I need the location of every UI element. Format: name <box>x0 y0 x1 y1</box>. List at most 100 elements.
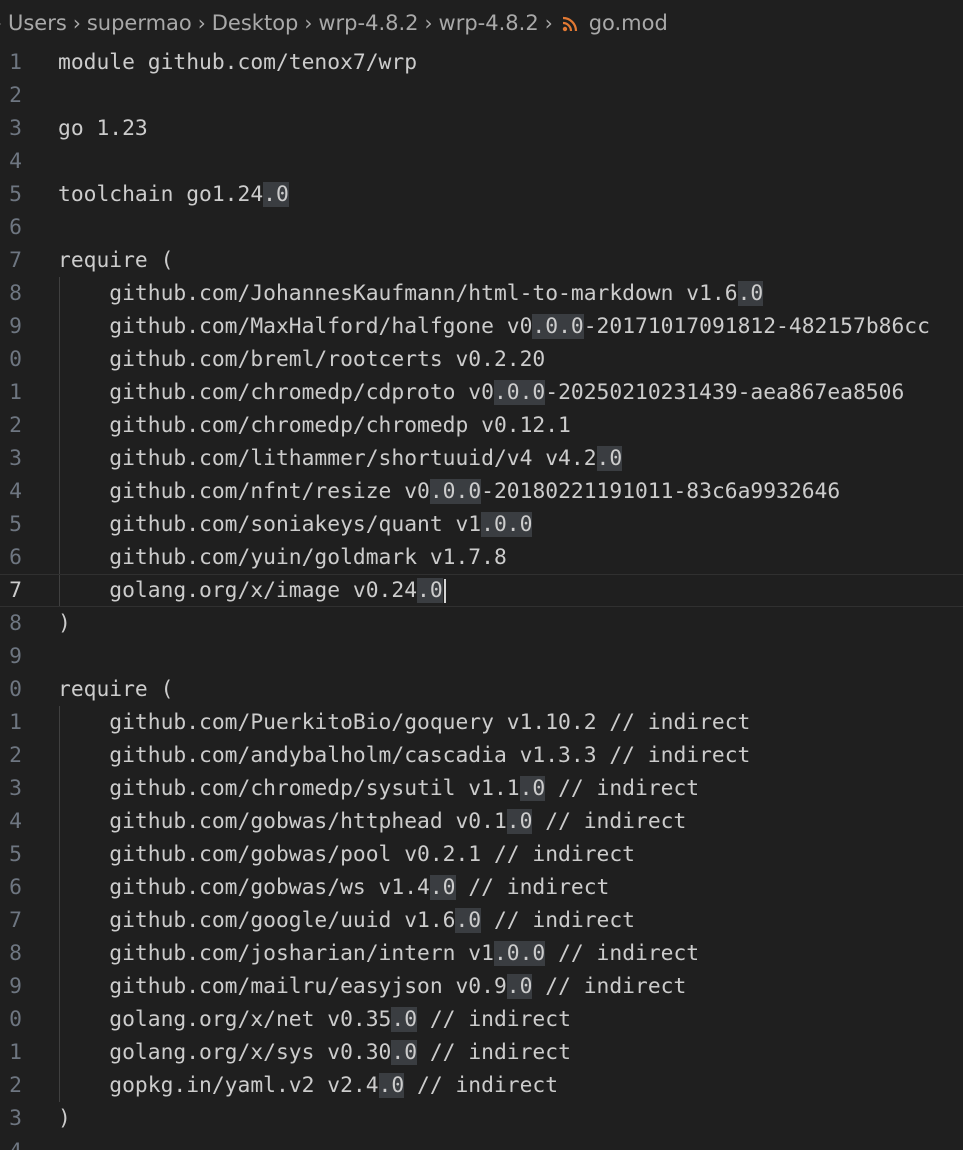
code-line[interactable]: 6 github.com/yuin/goldmark v1.7.8 <box>0 541 963 574</box>
code-text: golang.org/x/image v0.24.0 <box>58 574 446 607</box>
line-number: 4 <box>0 1135 22 1150</box>
text-cursor <box>443 579 446 603</box>
code-text: toolchain go1.24.0 <box>58 182 289 207</box>
line-number: 7 <box>9 248 22 273</box>
code-line[interactable]: 2 github.com/chromedp/chromedp v0.12.1 <box>0 409 963 442</box>
code-line[interactable]: 0 require ( <box>0 673 963 706</box>
line-number: 6 <box>9 545 22 570</box>
code-line[interactable]: 1 github.com/chromedp/cdproto v0.0.0-202… <box>0 376 963 409</box>
code-text: github.com/chromedp/chromedp v0.12.1 <box>58 413 571 438</box>
code-line[interactable]: 7 github.com/google/uuid v1.6.0 // indir… <box>0 904 963 937</box>
code-text: github.com/soniakeys/quant v1.0.0 <box>58 512 533 537</box>
code-line[interactable]: 1 golang.org/x/sys v0.30.0 // indirect <box>0 1036 963 1069</box>
code-text: github.com/gobwas/pool v0.2.1 // indirec… <box>58 842 635 867</box>
code-text: github.com/chromedp/cdproto v0.0.0-20250… <box>58 380 905 405</box>
line-number: 4 <box>9 809 22 834</box>
code-text: github.com/google/uuid v1.6.0 // indirec… <box>58 908 636 933</box>
code-text: github.com/gobwas/httphead v0.1.0 // ind… <box>58 809 687 834</box>
code-line[interactable]: 8 github.com/josharian/intern v1.0.0 // … <box>0 937 963 970</box>
code-line[interactable]: 4 github.com/gobwas/httphead v0.1.0 // i… <box>0 805 963 838</box>
code-line[interactable]: 2 github.com/andybalholm/cascadia v1.3.3… <box>0 739 963 772</box>
line-number: 4 <box>9 149 22 174</box>
line-number: 6 <box>9 215 22 240</box>
chevron-right-icon: › <box>0 11 2 35</box>
line-number: 4 <box>9 479 22 504</box>
code-line[interactable]: 6 <box>0 211 963 244</box>
code-line[interactable]: 4 github.com/nfnt/resize v0.0.0-20180221… <box>0 475 963 508</box>
breadcrumb-item-desktop[interactable]: Desktop <box>212 11 299 35</box>
line-number: 8 <box>9 281 22 306</box>
code-line[interactable]: 3) <box>0 1102 963 1135</box>
code-line[interactable]: 9 <box>0 640 963 673</box>
breadcrumb-item-supermao[interactable]: supermao <box>87 11 192 35</box>
line-number: 2 <box>9 413 22 438</box>
breadcrumb-item-users[interactable]: Users <box>8 11 67 35</box>
code-line[interactable]: 5 github.com/soniakeys/quant v1.0.0 <box>0 508 963 541</box>
line-number: 7 <box>9 908 22 933</box>
code-line[interactable]: 2 <box>0 79 963 112</box>
code-line[interactable]: 7 golang.org/x/image v0.24.0 <box>0 574 963 607</box>
code-text: github.com/MaxHalford/halfgone v0.0.0-20… <box>58 314 930 339</box>
code-line[interactable]: 4 <box>0 1135 963 1150</box>
code-text: github.com/yuin/goldmark v1.7.8 <box>58 545 507 570</box>
code-line[interactable]: 3 go 1.23 <box>0 112 963 145</box>
code-text: module github.com/tenox7/wrp <box>58 50 418 75</box>
line-number: 2 <box>9 1073 22 1098</box>
chevron-right-icon: › <box>304 11 313 35</box>
code-editor[interactable]: 1 module github.com/tenox7/wrp 2 3 go 1.23 4 5… <box>0 46 963 1150</box>
line-number: 0 <box>9 677 22 702</box>
line-number: 0 <box>9 1007 22 1032</box>
line-number: 3 <box>9 446 22 471</box>
breadcrumb-item-wrp-folder[interactable]: wrp-4.8.2 <box>318 11 418 35</box>
breadcrumb-item-wrp-subfolder[interactable]: wrp-4.8.2 <box>439 11 539 35</box>
line-number: 3 <box>9 776 22 801</box>
code-text: github.com/mailru/easyjson v0.9.0 // ind… <box>58 974 687 999</box>
code-text: github.com/JohannesKaufmann/html-to-mark… <box>58 281 764 306</box>
line-number: 6 <box>9 875 22 900</box>
code-line[interactable]: 5 github.com/gobwas/pool v0.2.1 // indir… <box>0 838 963 871</box>
code-line[interactable]: 4 <box>0 145 963 178</box>
code-text: github.com/andybalholm/cascadia v1.3.3 /… <box>58 743 751 768</box>
line-number: 1 <box>9 710 22 735</box>
code-line[interactable]: 2 gopkg.in/yaml.v2 v2.4.0 // indirect <box>0 1069 963 1102</box>
line-number: 3 <box>9 116 22 141</box>
code-line[interactable]: 3 github.com/lithammer/shortuuid/v4 v4.2… <box>0 442 963 475</box>
line-number: 0 <box>9 347 22 372</box>
code-line[interactable]: 0 golang.org/x/net v0.35.0 // indirect <box>0 1003 963 1036</box>
rss-icon <box>561 14 579 32</box>
breadcrumb-file-gomod[interactable]: go.mod <box>589 11 668 35</box>
code-text: github.com/nfnt/resize v0.0.0-2018022119… <box>58 479 841 504</box>
line-number: 2 <box>9 743 22 768</box>
code-text: github.com/josharian/intern v1.0.0 // in… <box>58 941 700 966</box>
code-line[interactable]: 0 github.com/breml/rootcerts v0.2.20 <box>0 343 963 376</box>
breadcrumb: › Users › supermao › Desktop › wrp-4.8.2… <box>0 0 963 46</box>
code-line[interactable]: 8 github.com/JohannesKaufmann/html-to-ma… <box>0 277 963 310</box>
code-text: github.com/lithammer/shortuuid/v4 v4.2.0 <box>58 446 623 471</box>
code-text: github.com/gobwas/ws v1.4.0 // indirect <box>58 875 610 900</box>
code-text: ) <box>58 1106 71 1131</box>
code-line[interactable]: 5 toolchain go1.24.0 <box>0 178 963 211</box>
code-text: ) <box>58 611 71 636</box>
line-number: 9 <box>9 644 22 669</box>
chevron-right-icon: › <box>424 11 433 35</box>
code-line[interactable]: 8) <box>0 607 963 640</box>
chevron-right-icon: › <box>197 11 206 35</box>
code-line[interactable]: 7 require ( <box>0 244 963 277</box>
code-line[interactable]: 9 github.com/mailru/easyjson v0.9.0 // i… <box>0 970 963 1003</box>
line-number: 3 <box>9 1106 22 1131</box>
code-line[interactable]: 6 github.com/gobwas/ws v1.4.0 // indirec… <box>0 871 963 904</box>
line-number: 2 <box>9 83 22 108</box>
code-line[interactable]: 1 github.com/PuerkitoBio/goquery v1.10.2… <box>0 706 963 739</box>
code-text: gopkg.in/yaml.v2 v2.4.0 // indirect <box>58 1073 559 1098</box>
code-text: golang.org/x/sys v0.30.0 // indirect <box>58 1040 571 1065</box>
line-number: 5 <box>9 512 22 537</box>
code-text: golang.org/x/net v0.35.0 // indirect <box>58 1007 571 1032</box>
code-line[interactable]: 9 github.com/MaxHalford/halfgone v0.0.0-… <box>0 310 963 343</box>
line-number: 1 <box>9 380 22 405</box>
code-line[interactable]: 1 module github.com/tenox7/wrp <box>0 46 963 79</box>
line-number: 1 <box>9 50 22 75</box>
code-text: github.com/PuerkitoBio/goquery v1.10.2 /… <box>58 710 751 735</box>
chevron-right-icon: › <box>544 11 553 35</box>
code-line[interactable]: 3 github.com/chromedp/sysutil v1.1.0 // … <box>0 772 963 805</box>
line-number: 5 <box>9 842 22 867</box>
